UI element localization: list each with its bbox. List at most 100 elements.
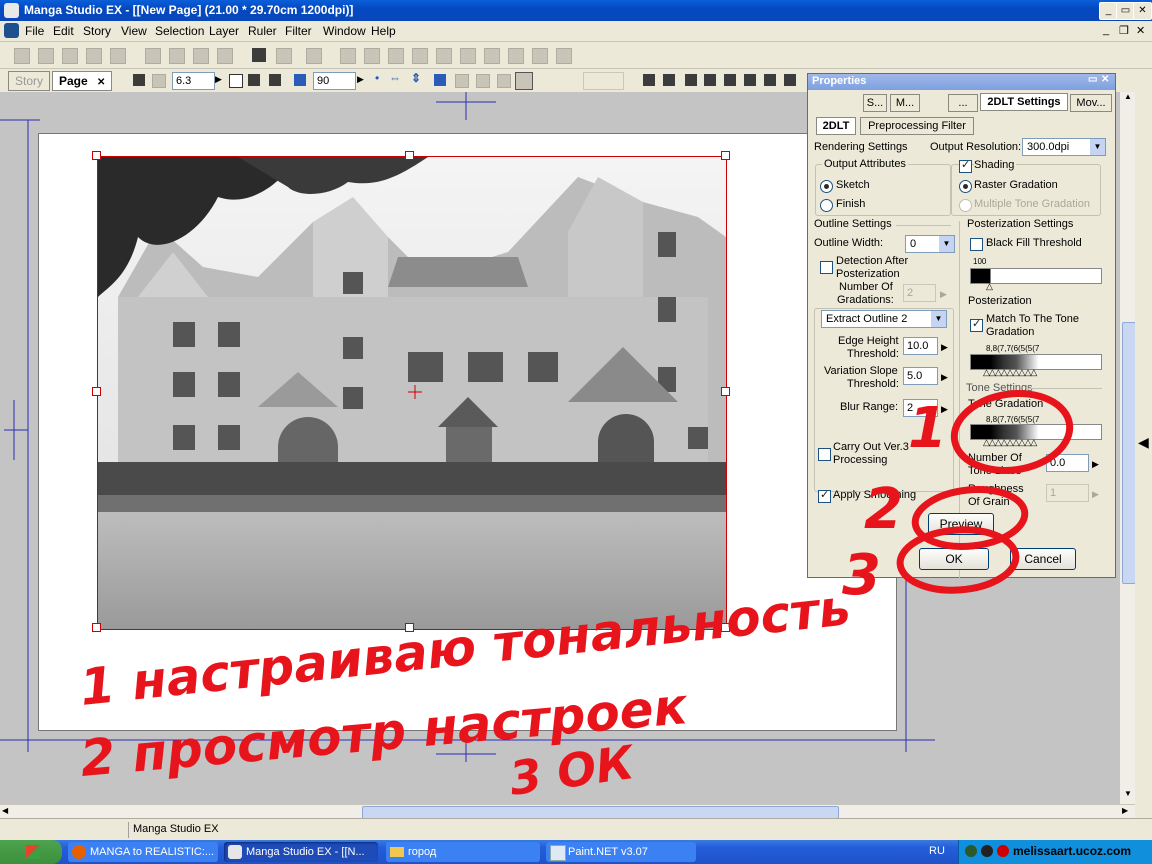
task-manga-studio[interactable]: Manga Studio EX - [[N... — [224, 842, 378, 862]
black-fill-checkbox[interactable] — [970, 238, 983, 251]
tone-lines-arrow-icon[interactable]: ▶ — [1092, 459, 1099, 470]
variation-slope-arrow-icon[interactable]: ▶ — [941, 372, 948, 383]
resize-handle-w[interactable] — [92, 387, 101, 396]
flip-horizontal-icon[interactable]: ⇔ — [389, 71, 401, 85]
blur-range-arrow-icon[interactable]: ▶ — [941, 404, 948, 415]
subtab-2dlt[interactable]: 2DLT — [816, 117, 856, 135]
menu-help[interactable]: Help — [371, 24, 396, 38]
dock-collapse-icon[interactable]: ◀ — [1138, 434, 1149, 451]
scroll-left-icon[interactable]: ◀ — [2, 806, 8, 815]
start-button[interactable] — [0, 840, 62, 864]
zoom-in-icon[interactable]: ▶ — [215, 74, 222, 85]
rotate-right-icon[interactable] — [294, 74, 306, 86]
panel-close-icon[interactable]: ✕ — [1101, 74, 1109, 85]
resize-handle-nw[interactable] — [92, 151, 101, 160]
story-icon[interactable] — [556, 48, 572, 64]
close-button[interactable]: ✕ — [1133, 2, 1152, 20]
grid-icon[interactable] — [508, 48, 524, 64]
pattern-icon[interactable] — [744, 74, 756, 86]
apply-smoothing-checkbox[interactable] — [818, 488, 831, 503]
menu-selection[interactable]: Selection — [155, 24, 204, 38]
zoom-out-icon[interactable] — [152, 74, 166, 88]
extract-outline-select[interactable]: Extract Outline 2 ▼ — [821, 310, 947, 328]
resize-handle-s[interactable] — [405, 623, 414, 632]
layer-select-icon[interactable] — [476, 74, 490, 88]
layer-photo[interactable] — [97, 156, 727, 630]
resize-handle-e[interactable] — [721, 387, 730, 396]
rotate-left-icon[interactable] — [248, 74, 260, 86]
language-indicator[interactable]: RU — [929, 845, 945, 857]
rotate-icon[interactable] — [269, 74, 281, 86]
open-icon[interactable] — [38, 48, 54, 64]
carry-out-checkbox[interactable] — [818, 448, 831, 461]
layer-move-icon[interactable] — [455, 74, 469, 88]
page-setup-icon[interactable] — [340, 48, 356, 64]
ruler-icon[interactable] — [532, 48, 548, 64]
cut-icon[interactable] — [145, 48, 161, 64]
task-folder[interactable]: город — [386, 842, 540, 862]
task-paintnet[interactable]: Paint.NET v3.07 — [546, 842, 696, 862]
new-icon[interactable] — [14, 48, 30, 64]
tone-icon[interactable] — [412, 48, 428, 64]
scroll-right-icon[interactable]: ▶ — [1122, 806, 1128, 815]
shape-icon[interactable] — [685, 74, 697, 86]
flip-vertical-icon[interactable]: ⇕ — [411, 71, 421, 85]
blur-range-input[interactable]: 2 — [903, 399, 938, 417]
edge-height-input[interactable]: 10.0 — [903, 337, 938, 355]
paste-icon[interactable] — [193, 48, 209, 64]
detection-after-checkbox[interactable] — [820, 261, 833, 274]
task-firefox[interactable]: MANGA to REALISTIC:... — [68, 842, 218, 862]
layer-icon[interactable] — [364, 48, 380, 64]
shading-checkbox[interactable] — [959, 158, 972, 173]
roughness-input[interactable]: 1 — [1046, 484, 1089, 502]
fit-icon[interactable] — [434, 74, 446, 86]
tab-2dlt-settings[interactable]: 2DLT Settings — [980, 93, 1068, 111]
multiple-tone-radio[interactable] — [959, 199, 972, 212]
redo-icon[interactable] — [276, 48, 292, 64]
cancel-button[interactable]: Cancel — [1010, 548, 1076, 570]
sketch-radio[interactable] — [820, 180, 833, 193]
pen-icon[interactable] — [643, 74, 655, 86]
menu-filter[interactable]: Filter — [285, 24, 312, 38]
tray-icon[interactable] — [965, 845, 977, 857]
tab-close-icon[interactable]: ✕ — [97, 77, 105, 88]
output-resolution-select[interactable]: 300.0dpi ▼ — [1022, 138, 1106, 156]
variation-slope-input[interactable]: 5.0 — [903, 367, 938, 385]
export-icon[interactable] — [110, 48, 126, 64]
tray-icon[interactable] — [997, 845, 1009, 857]
resize-handle-se[interactable] — [721, 623, 730, 632]
hatch-icon[interactable] — [764, 74, 776, 86]
raster-gradation-radio[interactable] — [959, 180, 972, 193]
tab-more[interactable]: ... — [948, 94, 978, 112]
scroll-down-icon[interactable]: ▼ — [1121, 789, 1135, 803]
perspective-icon[interactable] — [784, 74, 796, 86]
resize-handle-n[interactable] — [405, 151, 414, 160]
fit-page-icon[interactable] — [133, 74, 145, 86]
mdi-restore-icon[interactable]: ❐ — [1119, 24, 1129, 37]
tray-icon[interactable] — [981, 845, 993, 857]
num-gradations-arrow-icon[interactable]: ▶ — [940, 289, 947, 300]
slider-marker-icon[interactable]: △ — [986, 281, 993, 292]
menu-edit[interactable]: Edit — [53, 24, 74, 38]
dot-icon[interactable]: • — [375, 71, 379, 85]
subtab-preprocessing[interactable]: Preprocessing Filter — [860, 117, 974, 135]
zoom-input[interactable]: 6.3 — [172, 72, 215, 90]
tab-s[interactable]: S... — [863, 94, 887, 112]
tone-markers-icon[interactable]: △△△△△△△△△ — [983, 367, 1037, 378]
preview-button[interactable]: Preview — [928, 513, 994, 535]
menu-layer[interactable]: Layer — [209, 24, 239, 38]
copy-icon[interactable] — [169, 48, 185, 64]
menu-view[interactable]: View — [121, 24, 147, 38]
mdi-minimize-icon[interactable]: _ — [1103, 24, 1109, 36]
resize-handle-ne[interactable] — [721, 151, 730, 160]
curve-icon[interactable] — [724, 74, 736, 86]
vertical-scrollbar[interactable]: ▲ ▼ — [1119, 92, 1136, 804]
history-icon[interactable] — [460, 48, 476, 64]
resize-handle-sw[interactable] — [92, 623, 101, 632]
match-tone-checkbox[interactable] — [970, 317, 983, 332]
triangle-ruler-icon[interactable] — [663, 74, 675, 86]
materials-icon[interactable] — [484, 48, 500, 64]
tone-markers-icon[interactable]: △△△△△△△△△ — [983, 437, 1037, 448]
menu-file[interactable]: File — [25, 24, 44, 38]
page-icon[interactable] — [229, 74, 243, 88]
